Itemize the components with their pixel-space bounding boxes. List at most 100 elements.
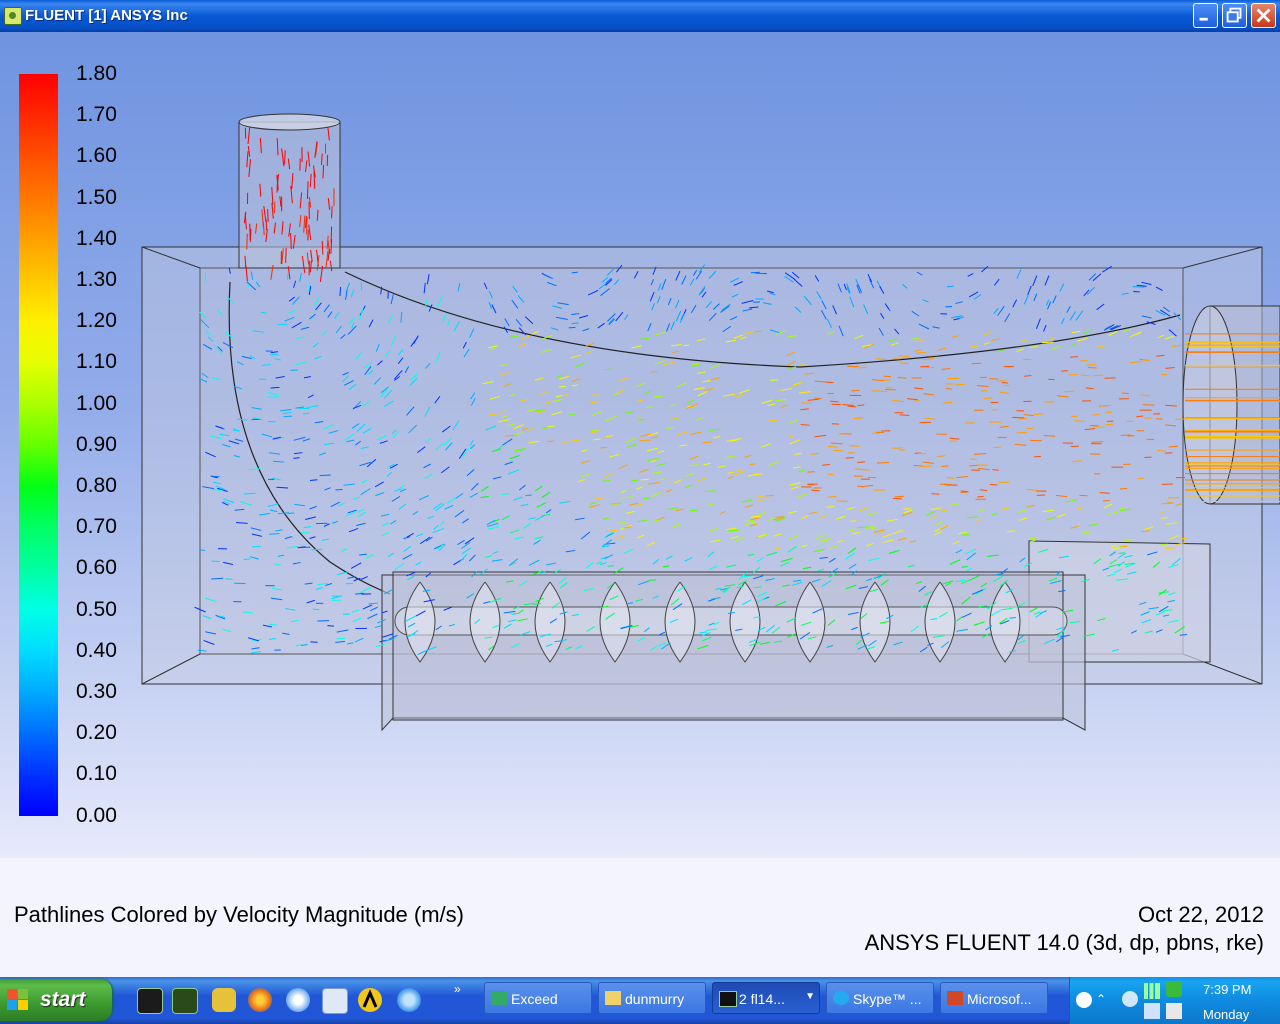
outlet-cylinder-end	[1182, 305, 1238, 505]
clock-time[interactable]: 7:39 PM	[1203, 982, 1251, 997]
pathline-segment	[921, 465, 933, 468]
quick-launch-more[interactable]: »	[454, 982, 461, 996]
pathline-segment	[800, 424, 810, 426]
pathline-segment	[770, 379, 779, 381]
task-dunmurry[interactable]: dunmurry	[598, 982, 706, 1014]
close-button[interactable]	[1251, 3, 1276, 28]
outlook-icon[interactable]	[286, 988, 310, 1012]
show-hidden-icons-icon[interactable]	[1122, 991, 1138, 1007]
skype-icon	[833, 991, 849, 1005]
pathline-segment	[639, 439, 651, 442]
signal-icon[interactable]	[1144, 983, 1160, 999]
plot-date: Oct 22, 2012	[1138, 902, 1264, 927]
pathline-segment	[290, 232, 292, 250]
pathline-segment	[1026, 427, 1034, 430]
task-fluent[interactable]: 2 fl14... ▼	[712, 982, 820, 1014]
pathline-segment	[319, 474, 331, 477]
pathline-segment	[750, 271, 760, 274]
powerpoint-icon	[947, 991, 963, 1005]
autodesk-icon[interactable]	[358, 988, 382, 1012]
pathline-segment	[308, 279, 310, 291]
pathline-segment	[955, 383, 966, 386]
pathline-segment	[277, 323, 288, 326]
window-title: FLUENT [1] ANSYS Inc	[25, 7, 188, 24]
pathline-segment	[903, 507, 911, 510]
notepad-icon[interactable]	[322, 988, 348, 1014]
task-powerpoint[interactable]: Microsof...	[940, 982, 1048, 1014]
pathline-segment	[833, 449, 844, 452]
pathline-segment	[649, 579, 657, 581]
display-icon[interactable]	[1166, 1003, 1182, 1019]
start-button[interactable]: start	[0, 979, 112, 1021]
pathline-segment	[284, 150, 286, 165]
pathline-segment	[1136, 415, 1144, 418]
security-check-icon[interactable]	[1166, 981, 1182, 997]
pathline-segment	[234, 582, 246, 585]
pathline-segment	[826, 506, 835, 508]
pathline-segment	[243, 558, 251, 560]
pathline-scene	[141, 113, 1280, 732]
pathline-segment	[1092, 426, 1105, 428]
pathline-segment	[727, 529, 739, 532]
exceed-icon	[491, 991, 507, 1005]
firefox-icon[interactable]	[248, 988, 272, 1012]
pathline-segment	[269, 533, 280, 535]
pathline-segment	[883, 375, 892, 378]
task-exceed[interactable]: Exceed	[484, 982, 592, 1014]
pathline-segment	[1028, 537, 1036, 540]
pathline-segment	[339, 287, 342, 297]
pathline-segment	[225, 578, 233, 580]
minimize-button[interactable]	[1193, 3, 1218, 28]
pathline-segment	[267, 209, 269, 222]
fluent-app-icon[interactable]	[4, 7, 22, 25]
exceed-icon[interactable]	[137, 988, 163, 1014]
internet-explorer-icon[interactable]	[397, 988, 421, 1012]
title-bar: FLUENT [1] ANSYS Inc	[0, 0, 1280, 32]
folder-icon[interactable]	[212, 988, 236, 1012]
pathline-segment	[913, 340, 924, 342]
pathline-segment	[825, 381, 834, 384]
pathline-segment	[961, 534, 971, 536]
pathline-segment	[977, 495, 984, 498]
pathline-segment	[199, 549, 206, 551]
help-icon[interactable]	[1076, 992, 1092, 1008]
pathline-segment	[931, 493, 940, 495]
pathline-segment	[249, 228, 252, 243]
pathline-segment	[610, 504, 619, 506]
chevron-up-icon[interactable]: ⌃	[1096, 992, 1112, 1008]
pathline-segment	[827, 446, 838, 448]
pathline-segment	[683, 344, 690, 347]
task-skype[interactable]: Skype™ ...	[826, 982, 934, 1014]
pathline-segment	[1033, 455, 1041, 458]
pathline-segment	[600, 446, 608, 449]
pathline-segment	[1164, 452, 1173, 454]
inlet-cylinder	[238, 121, 341, 269]
pathline-segment	[857, 461, 866, 464]
pathline-segment	[1093, 374, 1104, 377]
pathline-segment	[800, 402, 813, 404]
gambit-icon[interactable]	[172, 988, 198, 1014]
pathline-segment	[630, 479, 638, 482]
taskbar: start » Exceed dunmurry 2 fl14... ▼ Skyp…	[0, 977, 1280, 1024]
clock-day: Monday	[1203, 1007, 1250, 1022]
pathline-segment	[947, 285, 954, 288]
pathline-segment	[1096, 345, 1105, 348]
pathline-segment	[330, 226, 333, 244]
pathline-segment	[765, 494, 774, 497]
pathline-segment	[285, 247, 287, 263]
pathline-segment	[1064, 390, 1075, 393]
pathline-segment	[211, 577, 224, 580]
system-tray: ⌃ 7:39 PM Monday	[1069, 977, 1280, 1024]
pathline-segment	[306, 181, 309, 200]
chevron-down-icon: ▼	[805, 991, 815, 1002]
start-label: start	[40, 988, 86, 1011]
plot-caption: Pathlines Colored by Velocity Magnitude …	[0, 858, 1280, 977]
pathline-segment	[331, 206, 333, 219]
pathline-segment	[1070, 356, 1079, 358]
pathline-segment	[592, 438, 601, 441]
pathline-segment	[992, 469, 999, 471]
graphics-viewport[interactable]: 1.80 1.70 1.60 1.50 1.40 1.30 1.20 1.10 1.00 0.90…	[0, 32, 1280, 858]
network-icon[interactable]	[1144, 1003, 1160, 1019]
maximize-button[interactable]	[1222, 3, 1247, 28]
pathline-segment	[313, 171, 316, 189]
